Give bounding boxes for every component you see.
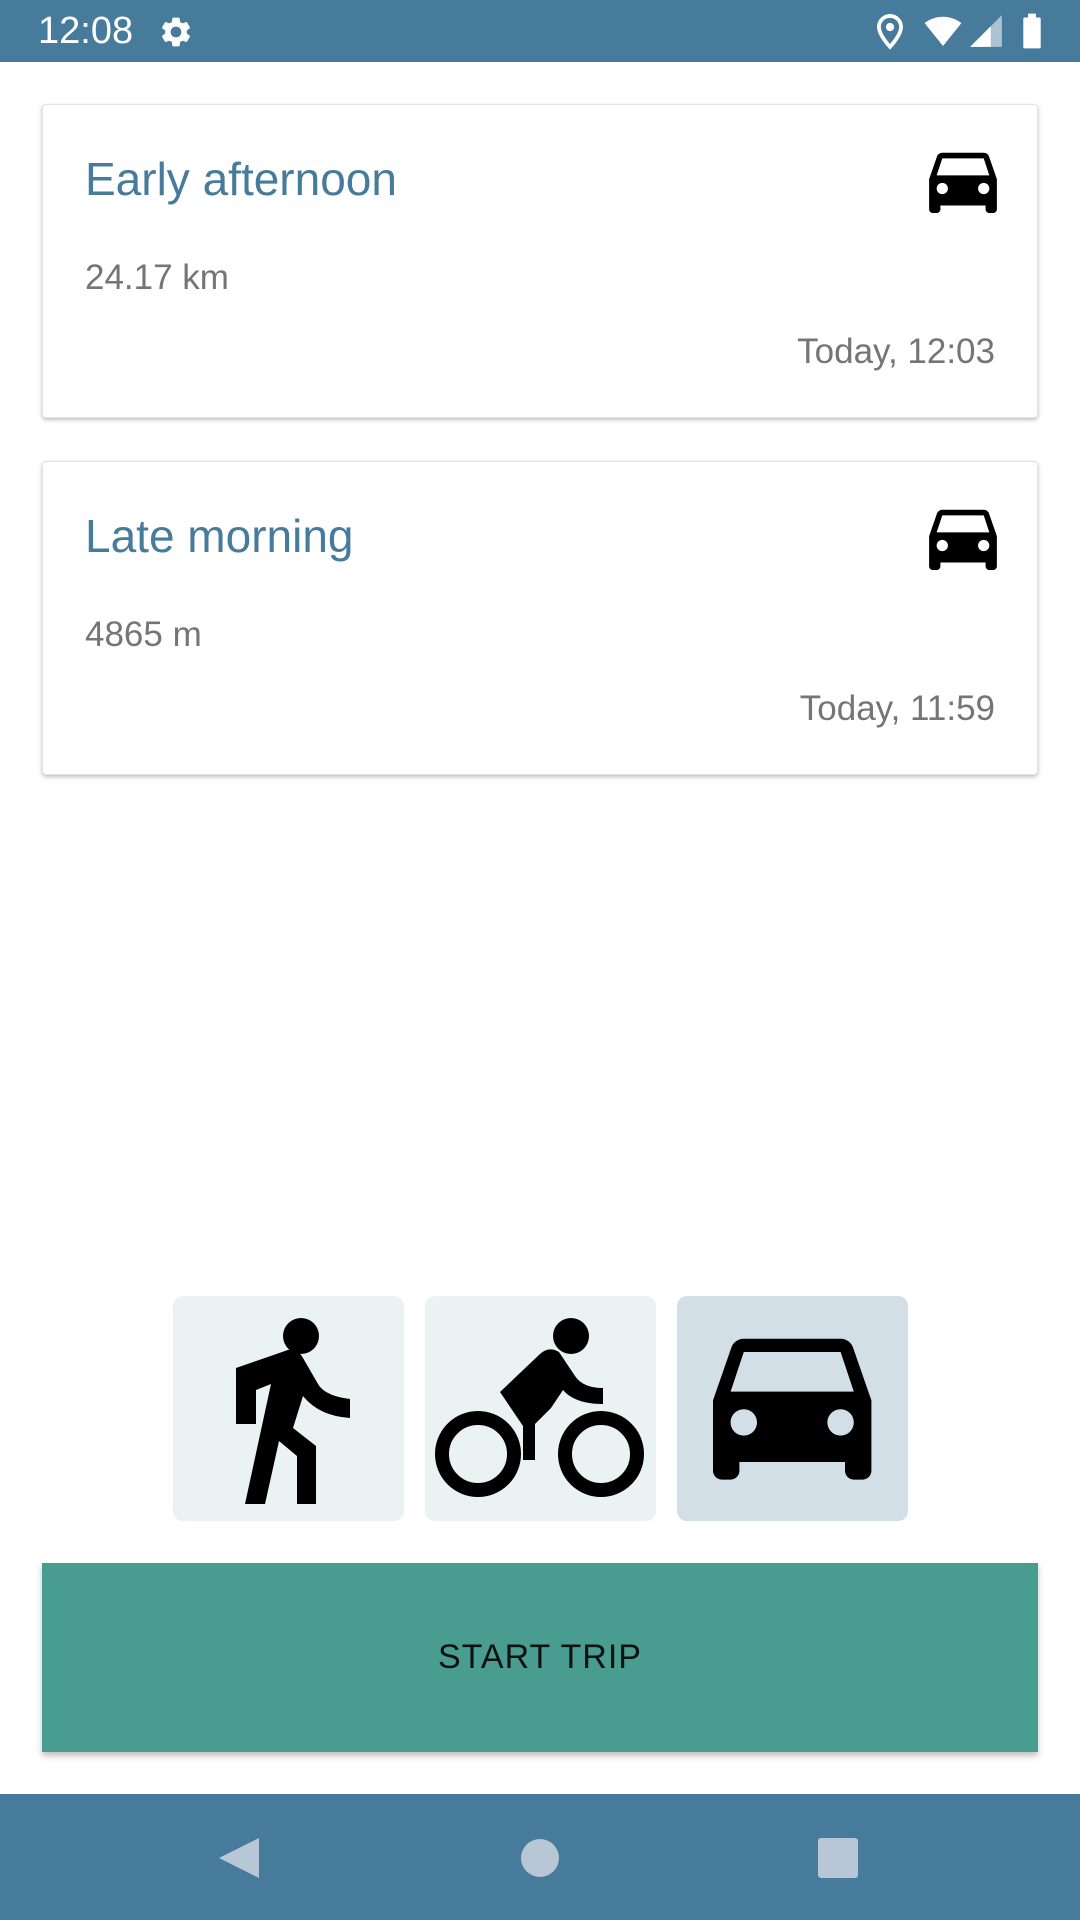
trip-time: Today, 11:59 [799,689,995,728]
back-icon[interactable] [201,1820,277,1896]
location-icon [877,14,903,50]
signal-icon [970,15,1002,47]
trip-distance: 4865 m [85,615,202,654]
battery-icon [1023,13,1041,49]
trip-distance: 24.17 km [85,258,229,297]
walk-icon [236,1318,350,1504]
trip-card[interactable]: Late morning 4865 m Today, 11:59 [42,461,1038,775]
start-trip-button[interactable]: START TRIP [42,1563,1038,1752]
car-icon [929,509,997,570]
mode-bike-button[interactable] [425,1296,656,1521]
wifi-icon [924,16,962,47]
nav-bar [0,1794,1080,1920]
trip-title: Early afternoon [85,153,397,205]
home-icon[interactable] [502,1820,578,1896]
bike-icon [435,1318,644,1497]
trip-time: Today, 12:03 [797,332,995,371]
recents-icon[interactable] [800,1820,876,1896]
car-icon [929,152,997,213]
car-icon [713,1338,872,1480]
mode-car-button[interactable] [677,1296,908,1521]
trip-card[interactable]: Early afternoon 24.17 km Today, 12:03 [42,104,1038,418]
trip-title: Late morning [85,510,354,562]
gear-icon [161,17,191,47]
status-bar: 12:08 [0,0,1080,62]
status-time: 12:08 [38,10,134,52]
mode-walk-button[interactable] [173,1296,404,1521]
